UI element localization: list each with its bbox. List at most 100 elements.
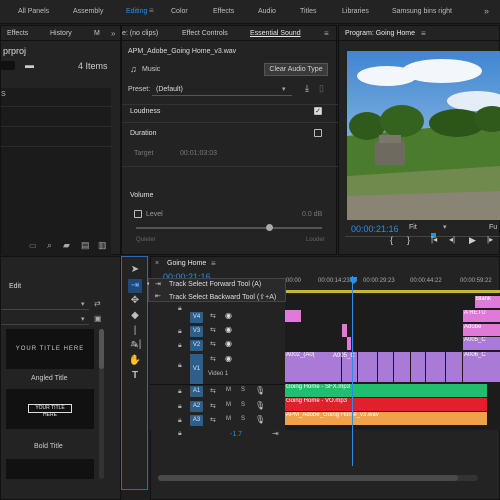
solo-button[interactable]: S: [241, 416, 245, 422]
clear-audio-type-button[interactable]: Clear Audio Type: [264, 63, 328, 76]
go-to-end-icon[interactable]: ⇥: [272, 429, 279, 438]
video-clip[interactable]: A006_C: [463, 352, 500, 382]
video-clip[interactable]: [342, 324, 347, 337]
level-checkbox[interactable]: [134, 210, 142, 218]
workspace-samsung-bins-right[interactable]: Samsung bins right: [392, 8, 452, 15]
program-timecode[interactable]: 00:00:21:16: [351, 224, 399, 234]
mute-button[interactable]: M: [226, 402, 231, 408]
lock-icon[interactable]: 🔒︎: [178, 403, 182, 411]
step-forward-icon[interactable]: |▸: [487, 235, 493, 244]
lock-icon[interactable]: 🔒︎: [178, 430, 182, 438]
video-clip[interactable]: [342, 352, 462, 382]
eye-icon[interactable]: ◉: [225, 325, 232, 334]
pen-tool-icon[interactable]: ✎: [128, 339, 142, 353]
sync-lock-icon[interactable]: ⇆: [210, 402, 216, 410]
sync-lock-icon[interactable]: ⇆: [210, 355, 216, 363]
lock-icon[interactable]: 🔒︎: [178, 328, 182, 336]
track-target-a2[interactable]: A2: [190, 401, 203, 412]
timeline-ruler[interactable]: 00:00 00:00:14:23 00:00:29:23 00:00:44:2…: [285, 276, 500, 294]
video-clip[interactable]: [285, 310, 301, 322]
track-target-a3[interactable]: A3: [190, 415, 203, 426]
list-item[interactable]: S: [1, 91, 6, 98]
microphone-icon[interactable]: 🎙︎: [255, 401, 265, 410]
audio-clip-vo[interactable]: Going Home - VO.mp3: [285, 398, 487, 411]
project-list[interactable]: S: [1, 88, 111, 256]
workspace-all-panels[interactable]: All Panels: [18, 8, 49, 15]
level-value[interactable]: 0.0 dB: [302, 211, 322, 218]
playhead-line[interactable]: [352, 276, 353, 466]
fit-dropdown[interactable]: Fit ▾: [405, 222, 455, 234]
loudness-checkbox[interactable]: ✓: [314, 107, 322, 115]
mute-button[interactable]: M: [226, 387, 231, 393]
track-target-v4[interactable]: V4: [190, 312, 203, 323]
work-area-bar[interactable]: [285, 290, 500, 293]
track-target-v2[interactable]: V2: [190, 340, 203, 351]
lock-icon[interactable]: 🔒︎: [178, 305, 182, 313]
panel-overflow-icon[interactable]: »: [111, 29, 115, 38]
scrollbar[interactable]: [99, 329, 104, 479]
panel-menu-icon[interactable]: ≡: [421, 29, 426, 38]
video-clip[interactable]: [347, 337, 351, 350]
workspace-audio[interactable]: Audio: [258, 8, 276, 15]
resolution-value[interactable]: Fu: [489, 224, 497, 231]
video-clip[interactable]: A005_C: [463, 337, 500, 350]
microphone-icon[interactable]: 🎙︎: [255, 386, 265, 395]
lock-icon[interactable]: 🔒︎: [178, 342, 182, 350]
sync-lock-icon[interactable]: ⇆: [210, 326, 216, 334]
slider-handle[interactable]: [266, 224, 273, 231]
microphone-icon[interactable]: 🎙︎: [255, 415, 265, 424]
category-dropdown[interactable]: ▾: [1, 315, 89, 325]
panel-menu-icon[interactable]: ≡: [211, 259, 216, 268]
library-dropdown[interactable]: ▾: [1, 300, 89, 310]
go-to-in-icon[interactable]: |◂: [431, 235, 437, 244]
more-workspaces-icon[interactable]: »: [484, 6, 489, 16]
save-preset-icon[interactable]: ⤓: [305, 83, 309, 94]
solo-button[interactable]: S: [241, 387, 245, 393]
workspace-titles[interactable]: Titles: [300, 8, 316, 15]
timeline-tab[interactable]: Going Home: [167, 260, 206, 267]
eye-icon[interactable]: ◉: [225, 354, 232, 363]
track-target-v1[interactable]: V1: [190, 354, 203, 384]
new-item-icon[interactable]: ▤: [81, 240, 90, 251]
mute-button[interactable]: M: [226, 416, 231, 422]
workspace-assembly[interactable]: Assembly: [73, 8, 103, 15]
angled-title-thumb[interactable]: YOUR TITLE HERE: [6, 329, 94, 369]
tab-essential-sound[interactable]: Essential Sound: [250, 30, 301, 37]
tab-m[interactable]: M: [94, 30, 100, 37]
new-bin-icon[interactable]: ▬: [25, 60, 34, 70]
ripple-edit-tool-icon[interactable]: ✥: [128, 294, 142, 308]
workspace-libraries[interactable]: Libraries: [342, 8, 369, 15]
menu-icon[interactable]: ≡: [149, 6, 154, 15]
new-bin-bottom-icon[interactable]: ▰: [63, 240, 70, 251]
duration-checkbox[interactable]: [314, 129, 322, 137]
title-thumb[interactable]: [6, 459, 94, 479]
video-clip[interactable]: Adobe: [463, 324, 500, 336]
edit-label[interactable]: Edit: [9, 283, 21, 290]
audio-clip-music[interactable]: APM_Adobe_Going Home_v3.wav: [285, 412, 487, 425]
freeform-view-icon[interactable]: ▭: [29, 241, 37, 250]
eye-icon[interactable]: ◉: [225, 311, 232, 320]
delete-preset-icon[interactable]: ▯: [319, 83, 324, 94]
timeline-tracks[interactable]: A002_(A0( A005_C Blank A RETU Adobe A005…: [285, 276, 500, 466]
type-tool-icon[interactable]: T: [128, 369, 142, 383]
close-icon[interactable]: ×: [155, 260, 159, 267]
eye-icon[interactable]: ◉: [225, 339, 232, 348]
sync-lock-icon[interactable]: ⇆: [210, 312, 216, 320]
play-icon[interactable]: ▶: [469, 235, 476, 246]
folder-icon[interactable]: ▣: [94, 314, 102, 323]
track-select-forward-item[interactable]: Track Select Forward Tool (A): [169, 281, 261, 288]
track-target-a1[interactable]: A1: [190, 386, 203, 397]
link-icon[interactable]: ⇄: [94, 299, 101, 308]
sync-lock-icon[interactable]: ⇆: [210, 340, 216, 348]
target-duration[interactable]: 00:01:03:03: [180, 150, 217, 157]
lock-icon[interactable]: 🔒︎: [178, 417, 182, 425]
bold-title-thumb[interactable]: YOUR TITLE HERE: [6, 389, 94, 429]
level-slider[interactable]: [136, 224, 322, 231]
panel-menu-icon[interactable]: ≡: [324, 29, 329, 38]
program-video-frame[interactable]: [347, 51, 500, 220]
track-select-tool-icon[interactable]: ⇥: [128, 279, 142, 293]
sync-lock-icon[interactable]: ⇆: [210, 416, 216, 424]
workspace-effects[interactable]: Effects: [213, 8, 234, 15]
find-icon[interactable]: ⌕: [47, 240, 52, 251]
program-scrubber[interactable]: [345, 233, 500, 238]
